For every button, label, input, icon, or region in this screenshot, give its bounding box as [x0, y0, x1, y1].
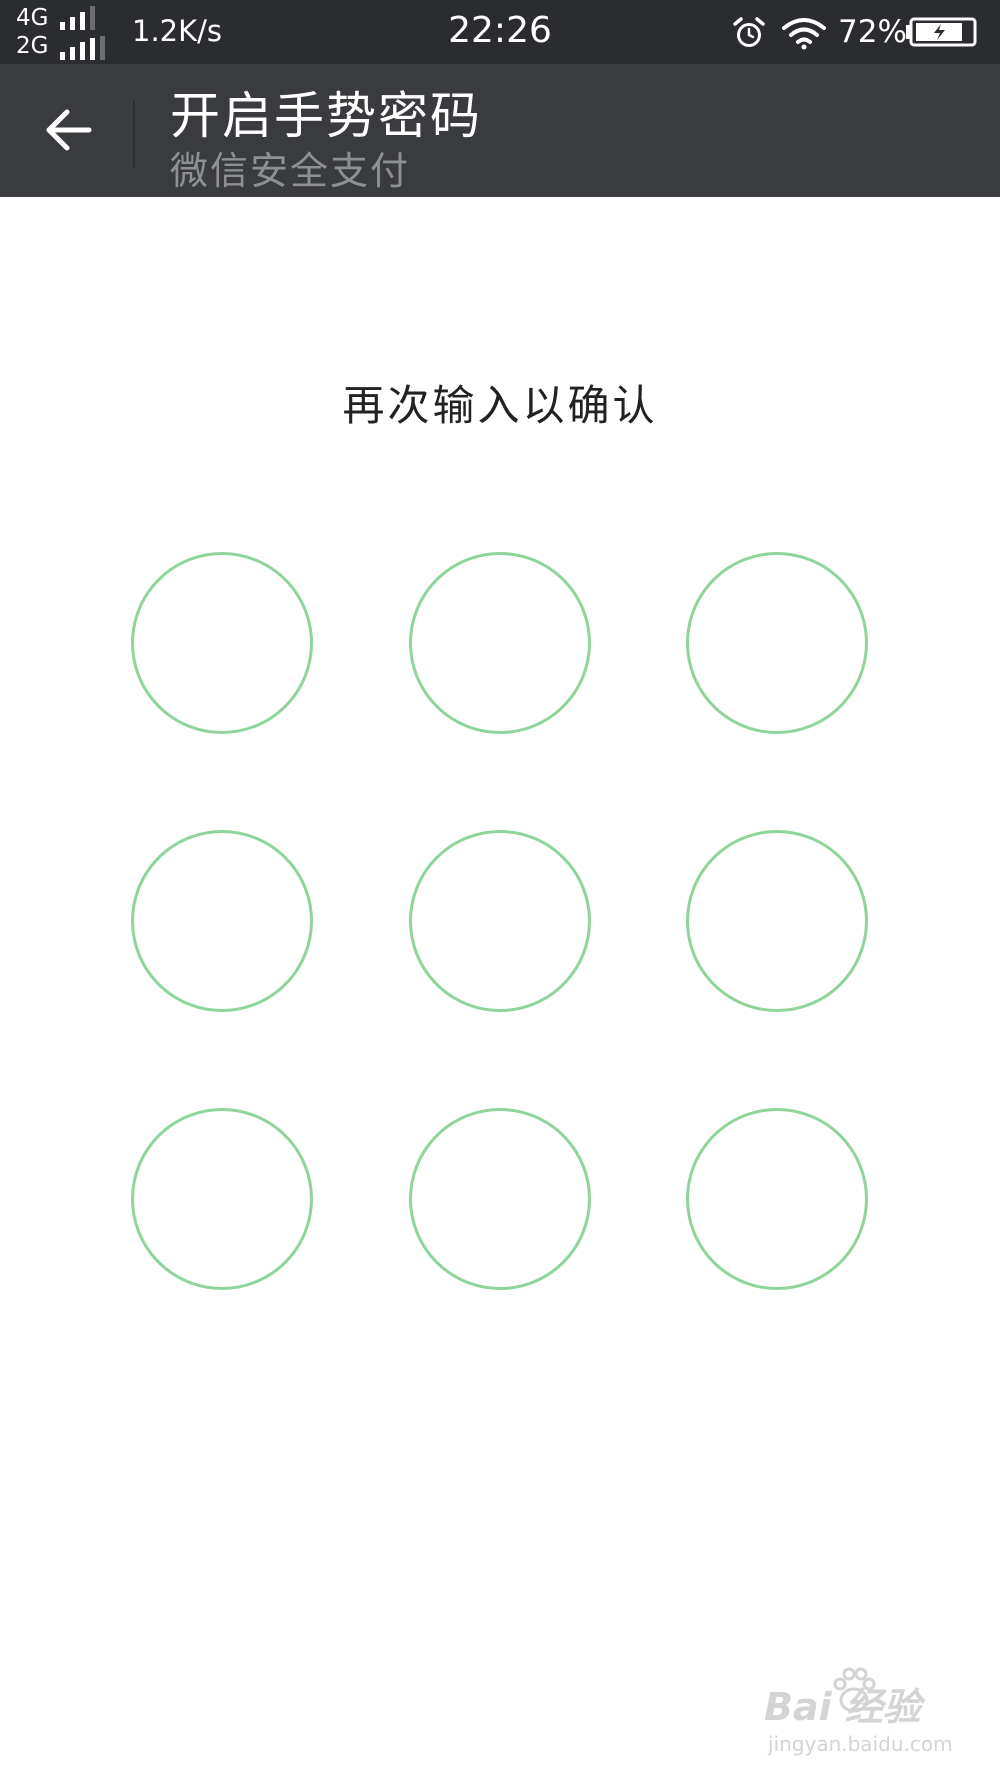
pattern-dot-5[interactable]: [409, 830, 591, 1012]
pattern-dot-2[interactable]: [409, 552, 591, 734]
baidu-jingyan-watermark: Bai 经验 jingyan.baidu.com: [764, 1666, 964, 1766]
gesture-prompt: 再次输入以确认: [342, 381, 658, 430]
arrow-left-icon: [46, 109, 92, 151]
back-button[interactable]: [28, 94, 108, 166]
watermark-url: jingyan.baidu.com: [768, 1732, 953, 1756]
pattern-dot-7[interactable]: [131, 1108, 313, 1290]
page-title: 开启手势密码: [170, 87, 482, 145]
pattern-dot-3[interactable]: [686, 552, 868, 734]
page-subtitle: 微信安全支付: [170, 149, 411, 193]
battery-percent: 72%: [838, 14, 907, 50]
pattern-dot-4[interactable]: [131, 830, 313, 1012]
pattern-dot-9[interactable]: [686, 1108, 868, 1290]
header-divider: [133, 100, 135, 168]
paw-icon: [833, 1667, 876, 1713]
status-bar: 4G 2G 1.2K/s 22:26 72%: [0, 0, 1000, 64]
alarm-icon: [733, 17, 765, 47]
wifi-icon: [782, 18, 826, 50]
pattern-dot-6[interactable]: [686, 830, 868, 1012]
pattern-dot-1[interactable]: [131, 552, 313, 734]
gesture-pattern-grid[interactable]: [0, 0, 1000, 1778]
battery-charging-icon: [906, 17, 977, 47]
app-header: 开启手势密码 微信安全支付: [0, 64, 1000, 197]
pattern-dot-8[interactable]: [409, 1108, 591, 1290]
